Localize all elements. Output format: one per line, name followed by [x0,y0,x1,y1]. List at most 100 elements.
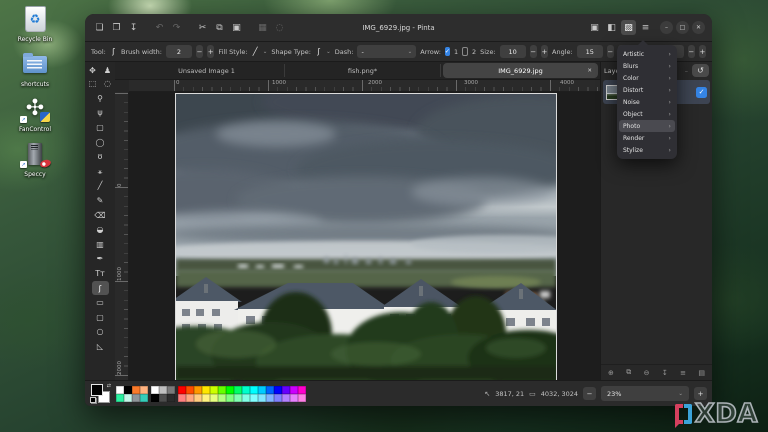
layer-properties-icon[interactable]: ≡ [680,369,686,377]
shape-type-icon[interactable]: ʃ [315,45,322,58]
save-icon[interactable]: ↧ [126,20,141,35]
tool-ellipse[interactable]: ○ [92,325,109,340]
image-menu-icon[interactable]: ▣ [587,20,602,35]
fill-style-icon[interactable]: ╱ [252,45,259,58]
tool-pencil[interactable]: ✎ [92,193,109,208]
swap-colors-icon[interactable]: ⇄ [107,383,111,389]
tool-rectangle[interactable]: ▭ [92,295,109,310]
palette-swatch[interactable] [140,393,148,402]
desktop-icon-shortcuts[interactable]: shortcuts [6,48,64,88]
size-increase-button[interactable]: + [540,45,549,58]
chevron-down-icon[interactable]: ⌄ [263,49,268,55]
palette-swatch[interactable] [186,393,194,402]
palette-swatch[interactable] [298,393,306,402]
close-tab-icon[interactable]: ✕ [587,68,592,74]
tool-paint-bucket[interactable]: ◒ [92,222,109,237]
desktop-icon-recycle-bin[interactable]: ♻ Recycle Bin [6,3,64,43]
palette-swatch[interactable] [159,385,167,394]
effects-menu-item[interactable]: Blurs › [619,60,675,72]
palette-swatch[interactable] [266,385,274,394]
palette-swatch[interactable] [234,393,242,402]
arrow2-checkbox[interactable] [462,47,468,56]
palette-swatch[interactable] [116,393,124,402]
maximize-button[interactable]: □ [676,21,689,34]
effects-menu-item[interactable]: Color › [619,72,675,84]
palette-swatch[interactable] [282,385,290,394]
tool-select-lasso-alt[interactable]: ◌ [100,77,115,90]
chevron-down-icon[interactable]: ⌄ [326,49,331,55]
tool-lasso-select[interactable]: ʊ [92,149,109,164]
tool-rounded-rectangle[interactable]: ▢ [92,310,109,325]
palette-swatch[interactable] [124,385,132,394]
length-increase-button[interactable]: + [698,45,707,58]
palette-swatch[interactable] [151,385,159,394]
tool-ellipse-select[interactable]: ◯ [92,135,109,150]
delete-layer-icon[interactable]: ⊖ [644,369,650,377]
palette-swatch[interactable] [250,385,258,394]
toolbar-separator[interactable] [246,20,253,35]
palette-swatch[interactable] [282,393,290,402]
palette-swatch[interactable] [298,385,306,394]
palette-swatch[interactable] [167,393,175,402]
toolbar-separator[interactable] [186,20,193,35]
main-menu-icon[interactable]: ≡ [638,20,653,35]
toolbar-separator[interactable] [143,20,150,35]
zoom-level-select[interactable]: 23% ⌄ [601,386,689,401]
palette-swatch[interactable] [132,385,140,394]
palette-swatch[interactable] [167,385,175,394]
effects-icon[interactable]: ▨ [621,20,636,35]
palette-swatch[interactable] [234,385,242,394]
palette-swatch[interactable] [266,393,274,402]
palette-swatch[interactable] [242,385,250,394]
palette-swatch[interactable] [124,393,132,402]
desktop-icon-fancontrol[interactable]: ✣ ↗ FanControl [6,93,64,134]
primary-secondary-color-widget[interactable]: ⇄ [90,383,111,404]
tool-text[interactable]: Tт [92,266,109,281]
tool-rectangle-select[interactable]: ▢ [92,120,109,135]
tool-color-picker[interactable]: ✒ [92,252,109,267]
tool-freeform-shape[interactable]: ◺ [92,339,109,354]
tool-magic-wand[interactable]: ⚹ [92,164,109,179]
tab-fish-png[interactable]: fish.png* [285,64,441,77]
palette-swatch[interactable] [202,393,210,402]
desktop-icon-speccy[interactable]: ↗ Speccy [6,138,64,178]
angle-decrease-button[interactable]: − [606,45,614,58]
tool-gradient[interactable]: ▥ [92,237,109,252]
layer-menu-icon[interactable]: ▤ [698,369,705,377]
palette-swatch[interactable] [202,385,210,394]
close-button[interactable]: ✕ [692,21,705,34]
dash-pattern-input[interactable]: - ⌄ [357,45,417,58]
palette-swatch[interactable] [250,393,258,402]
tool-move-selection[interactable]: ♟ [100,64,115,77]
palette-swatch[interactable] [290,385,298,394]
tool-line-curve[interactable]: ʃ [91,280,109,296]
effects-menu-item[interactable]: Object › [619,108,675,120]
cut-icon[interactable]: ✂ [195,20,210,35]
undo-icon[interactable]: ↶ [152,20,167,35]
palette-swatch[interactable] [242,393,250,402]
palette-swatch[interactable] [258,393,266,402]
primary-color-swatch[interactable] [91,384,103,396]
tool-move-selected[interactable]: ✥ [85,64,100,77]
duplicate-layer-icon[interactable]: ⧉ [626,368,631,377]
arrow-angle-value[interactable]: 15 [576,45,603,58]
reset-colors-icon[interactable] [90,397,97,404]
palette-swatch[interactable] [218,385,226,394]
brush-width-value[interactable]: 2 [165,45,192,58]
palette-swatch[interactable] [194,393,202,402]
effects-menu-item[interactable]: Photo › [619,120,675,132]
adjustments-icon[interactable]: ◧ [604,20,619,35]
new-image-icon[interactable]: ❏ [92,20,107,35]
minimize-button[interactable]: – [660,21,673,34]
open-image-icon[interactable]: ❐ [109,20,124,35]
palette-swatch[interactable] [116,385,124,394]
palette-swatch[interactable] [159,393,167,402]
palette-swatch[interactable] [226,393,234,402]
effects-menu-item[interactable]: Render › [619,132,675,144]
effects-menu-item[interactable]: Stylize › [619,144,675,156]
tool-select-rectangle-alt[interactable]: ⬚ [85,77,100,90]
palette-swatch[interactable] [290,393,298,402]
palette-swatch[interactable] [178,385,186,394]
tab-unsaved-image-1[interactable]: Unsaved Image 1 [129,64,285,77]
arrow1-checkbox[interactable]: ✓ [444,47,450,56]
